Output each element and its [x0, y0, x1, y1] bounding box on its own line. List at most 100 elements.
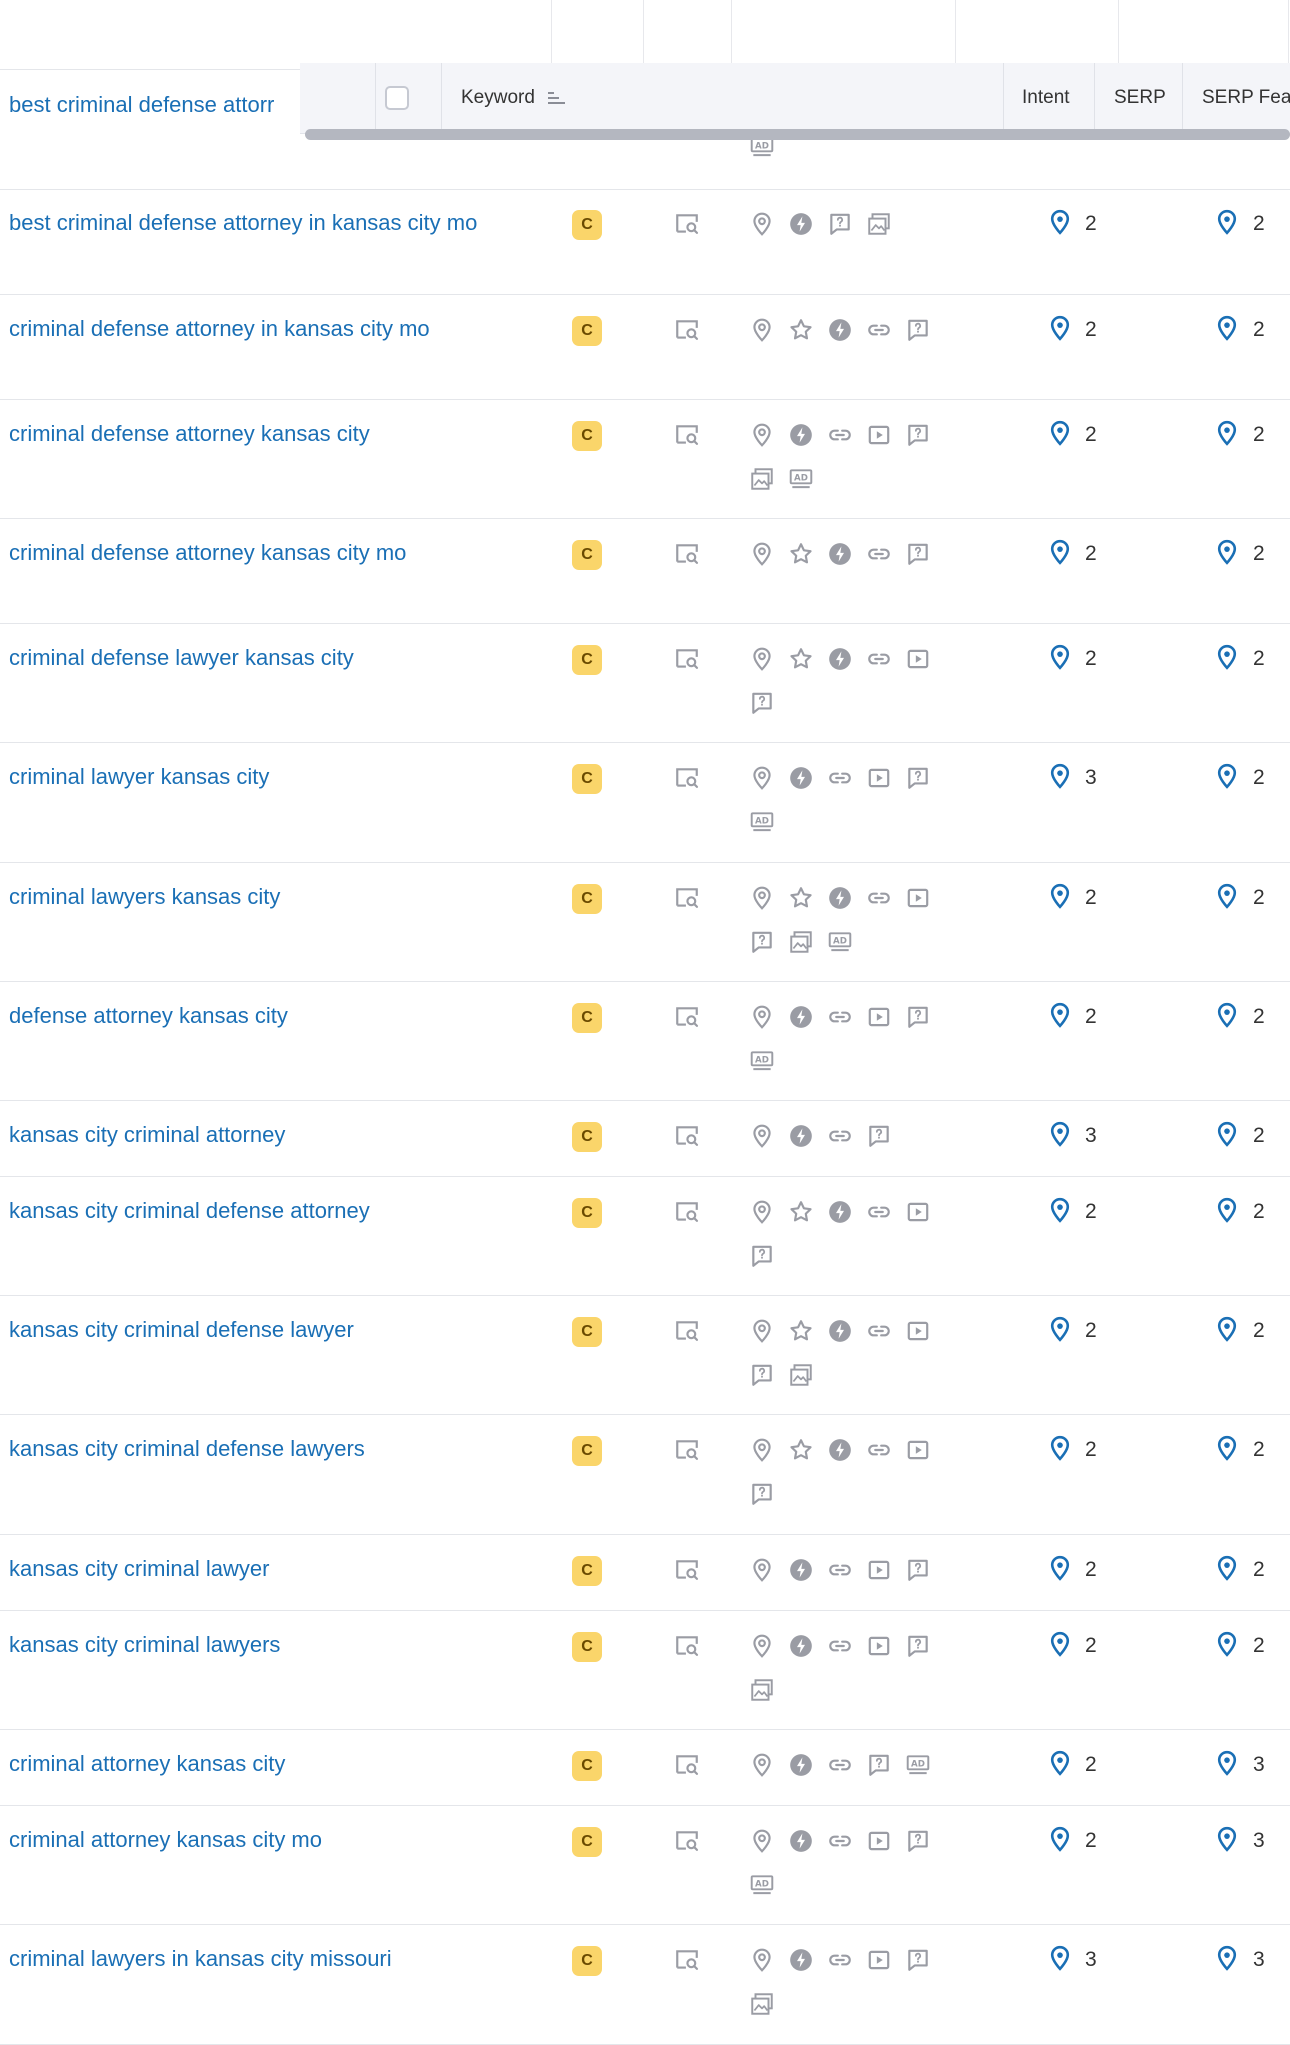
serp-features-group: AD: [749, 809, 775, 835]
svg-text:AD: AD: [911, 1760, 925, 1770]
people-also-ask-icon: [752, 1245, 772, 1267]
view-serp-icon[interactable]: [674, 646, 700, 672]
people-also-ask-icon: [752, 1364, 772, 1386]
view-serp-icon[interactable]: [674, 1199, 700, 1225]
view-serp-icon[interactable]: [674, 211, 700, 237]
intent-badge: C: [572, 1003, 602, 1033]
keyword-link[interactable]: criminal defense lawyer kansas city: [9, 645, 354, 671]
keyword-link[interactable]: criminal defense attorney in kansas city…: [9, 316, 430, 342]
view-serp-icon[interactable]: [674, 1752, 700, 1778]
amp-bolt-icon: [829, 1439, 851, 1461]
position-value: 2: [1085, 1634, 1097, 1657]
reviews-star-icon: [790, 648, 812, 669]
keyword-link[interactable]: criminal lawyers in kansas city missouri: [9, 1946, 392, 1972]
table-row: kansas city criminal defense attorney C 2 2: [0, 1177, 1290, 1296]
keyword-link[interactable]: criminal defense attorney kansas city: [9, 421, 370, 447]
serp-header-label: SERP: [1114, 87, 1166, 108]
serp-features-group: [749, 1123, 892, 1149]
keyword-link[interactable]: kansas city criminal defense lawyer: [9, 1317, 354, 1343]
select-all-checkbox[interactable]: [385, 86, 409, 110]
local-pack-icon: [753, 766, 771, 790]
keyword-link[interactable]: best criminal defense attorney in kansas…: [9, 210, 477, 236]
keyword-link[interactable]: kansas city criminal lawyer: [9, 1556, 269, 1582]
sitelinks-icon: [829, 1564, 851, 1576]
local-pack-icon: [753, 212, 771, 236]
amp-bolt-icon: [790, 1006, 812, 1028]
local-pack-icon: [753, 1005, 771, 1029]
serp-feature-pin-icon: [1214, 209, 1240, 235]
serp-features-count: 2: [1253, 1200, 1265, 1223]
reviews-star-icon: [790, 1201, 812, 1222]
serp-column-header[interactable]: SERP: [1114, 63, 1166, 133]
serp-features-count: 3: [1253, 1948, 1265, 1971]
keyword-link[interactable]: defense attorney kansas city: [9, 1003, 288, 1029]
svg-text:AD: AD: [755, 1880, 769, 1890]
serp-features-count: 2: [1253, 886, 1265, 909]
keyword-link[interactable]: criminal lawyer kansas city: [9, 764, 269, 790]
amp-bolt-icon: [790, 424, 812, 446]
ads-icon: AD: [750, 1051, 774, 1071]
amp-bolt-icon: [790, 1949, 812, 1971]
view-serp-icon[interactable]: [674, 1947, 700, 1973]
amp-bolt-icon: [790, 1754, 812, 1776]
column-divider: [955, 0, 956, 70]
serp-features-group: [749, 211, 892, 237]
keyword-column-header[interactable]: Keyword: [461, 63, 567, 133]
column-divider: [551, 0, 552, 70]
table-row: criminal defense attorney kansas city mo…: [0, 519, 1290, 624]
amp-bolt-icon: [829, 543, 851, 565]
serp-local-pin-icon: [1047, 763, 1073, 789]
table-row: best criminal defense attorney in kansas…: [0, 189, 1290, 295]
serp-local-pin-icon: [1047, 644, 1073, 670]
view-serp-icon[interactable]: [674, 1004, 700, 1030]
view-serp-icon[interactable]: [674, 1557, 700, 1583]
view-serp-icon[interactable]: [674, 541, 700, 567]
view-serp-icon[interactable]: [674, 765, 700, 791]
amp-bolt-icon: [829, 887, 851, 909]
view-serp-icon[interactable]: [674, 317, 700, 343]
serp-features-group: AD: [749, 929, 853, 955]
keyword-link[interactable]: criminal attorney kansas city mo: [9, 1827, 322, 1853]
position-value: 3: [1085, 766, 1097, 789]
keyword-link[interactable]: kansas city criminal attorney: [9, 1122, 285, 1148]
sort-icon[interactable]: [547, 90, 567, 106]
amp-bolt-icon: [829, 319, 851, 341]
view-serp-icon[interactable]: [674, 1633, 700, 1659]
serp-features-group: [749, 885, 931, 911]
view-serp-icon[interactable]: [674, 1123, 700, 1149]
select-all-checkbox-cell: [385, 63, 409, 133]
view-serp-icon[interactable]: [674, 1437, 700, 1463]
view-serp-icon[interactable]: [674, 1828, 700, 1854]
keyword-link[interactable]: best criminal defense attorr: [9, 92, 274, 118]
people-also-ask-icon: [908, 424, 928, 446]
svg-text:AD: AD: [755, 1056, 769, 1066]
position-value: 2: [1085, 423, 1097, 446]
serp-feature-pin-icon: [1214, 1197, 1240, 1223]
keyword-link[interactable]: criminal lawyers kansas city: [9, 884, 280, 910]
people-also-ask-icon: [752, 692, 772, 714]
keyword-link[interactable]: kansas city criminal lawyers: [9, 1632, 280, 1658]
view-serp-icon[interactable]: [674, 885, 700, 911]
position-value: 2: [1085, 1829, 1097, 1852]
table-row: criminal defense lawyer kansas city C 2 2: [0, 624, 1290, 743]
serp-features-group: [749, 1677, 775, 1703]
svg-text:AD: AD: [755, 817, 769, 827]
serp-features-count: 3: [1253, 1829, 1265, 1852]
horizontal-scrollbar[interactable]: [305, 129, 1290, 140]
video-icon: [907, 649, 929, 669]
keyword-link[interactable]: kansas city criminal defense lawyers: [9, 1436, 365, 1462]
serp-features-column-header[interactable]: SERP Fea: [1202, 63, 1290, 133]
people-also-ask-icon: [869, 1125, 889, 1147]
people-also-ask-icon: [908, 1830, 928, 1852]
amp-bolt-icon: [790, 1830, 812, 1852]
view-serp-icon[interactable]: [674, 422, 700, 448]
serp-feature-pin-icon: [1214, 315, 1240, 341]
keyword-link[interactable]: criminal attorney kansas city: [9, 1751, 285, 1777]
position-value: 2: [1085, 1319, 1097, 1342]
view-serp-icon[interactable]: [674, 1318, 700, 1344]
sitelinks-icon: [829, 1640, 851, 1652]
keyword-link[interactable]: criminal defense attorney kansas city mo: [9, 540, 406, 566]
intent-badge: C: [572, 316, 602, 346]
intent-column-header[interactable]: Intent: [1022, 63, 1070, 133]
keyword-link[interactable]: kansas city criminal defense attorney: [9, 1198, 370, 1224]
